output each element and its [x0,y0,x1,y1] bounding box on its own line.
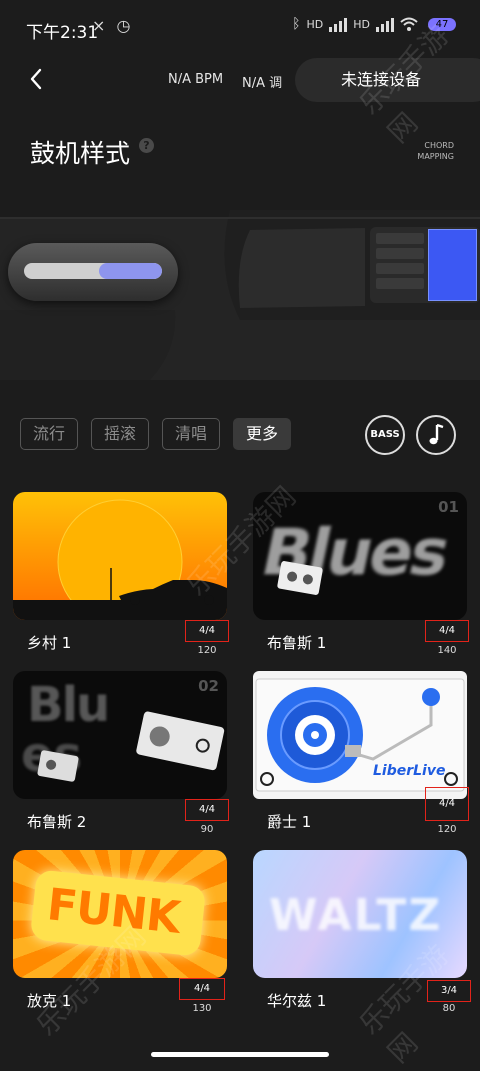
card-name: 布鲁斯 1 [267,634,327,652]
tab-pop[interactable]: 流行 [20,418,79,450]
style-card-jazz[interactable]: LiberLive 爵士 1 4/4 120 [253,671,469,835]
page-title: 鼓机样式 [30,139,131,168]
time-signature-badge: 4/4 [425,787,469,821]
music-note-button[interactable] [416,415,456,455]
slider-control [8,243,178,301]
card-name: 乡村 1 [27,634,72,652]
time-signature-badge: 4/4 [185,799,229,821]
rack-row [376,278,424,289]
category-tabs: 流行 摇滚 清唱 更多 [20,418,292,450]
rack-row [376,233,424,244]
card-art-jazz: LiberLive [253,671,467,799]
chord-mapping-line-2: MAPPING [417,152,454,161]
chord-mapping-button[interactable]: CHORD MAPPING [417,140,454,162]
home-indicator[interactable] [151,1052,329,1057]
tab-rock[interactable]: 摇滚 [91,418,150,450]
signal-hd-label-1: HD [306,17,324,31]
bluetooth-icon: ᛒ [292,16,301,32]
tempo-label: 90 [200,824,214,835]
art-number: 01 [438,498,459,516]
tempo-label: 120 [197,645,217,656]
tempo-label: 130 [192,1003,212,1014]
signal-icon-2 [376,16,394,32]
time-signature-badge: 4/4 [179,978,225,1000]
cassette-icon [277,561,323,595]
tab-more[interactable]: 更多 [233,418,292,450]
card-art-blues-2: Blu es 02 [13,671,227,799]
tab-acapella[interactable]: 清唱 [162,418,221,450]
rack-row [376,248,424,259]
tempo-label: 120 [437,824,457,835]
signal-icon-1 [329,16,348,32]
style-card-blues-2[interactable]: Blu es 02 布鲁斯 2 4/4 90 [13,671,229,835]
tempo-label: 140 [437,645,457,656]
rack-row [376,263,424,274]
art-text: WALTZ [269,890,443,941]
time-signature-badge: 4/4 [185,620,229,642]
slider-track [24,263,162,279]
card-name: 布鲁斯 2 [27,813,87,831]
chord-mapping-line-1: CHORD [424,141,454,150]
blue-pad [428,229,477,301]
art-number: 02 [198,677,219,695]
pad-rack [370,227,480,303]
music-note-icon [429,423,444,445]
slider-fill [98,263,162,279]
key-readout: N/A 调 [242,76,283,91]
status-time: 下午2:31 [26,23,99,43]
card-name: 爵士 1 [267,813,312,831]
bass-button[interactable]: BASS [365,415,405,455]
help-icon[interactable]: ? [139,138,154,153]
signal-hd-label-2: HD [353,17,370,31]
card-name: 华尔兹 1 [267,992,327,1010]
device-illustration [0,210,480,380]
back-arrow-icon[interactable] [22,64,52,94]
bpm-readout: N/A BPM [168,72,224,87]
art-text: LiberLive [373,763,446,779]
cassette-icon-small [37,750,79,782]
art-text: Blu [27,677,110,733]
time-signature-badge: 4/4 [425,620,469,642]
status-notification-icons: ⨯ ◷ [92,16,134,35]
cassette-icon [136,711,225,771]
